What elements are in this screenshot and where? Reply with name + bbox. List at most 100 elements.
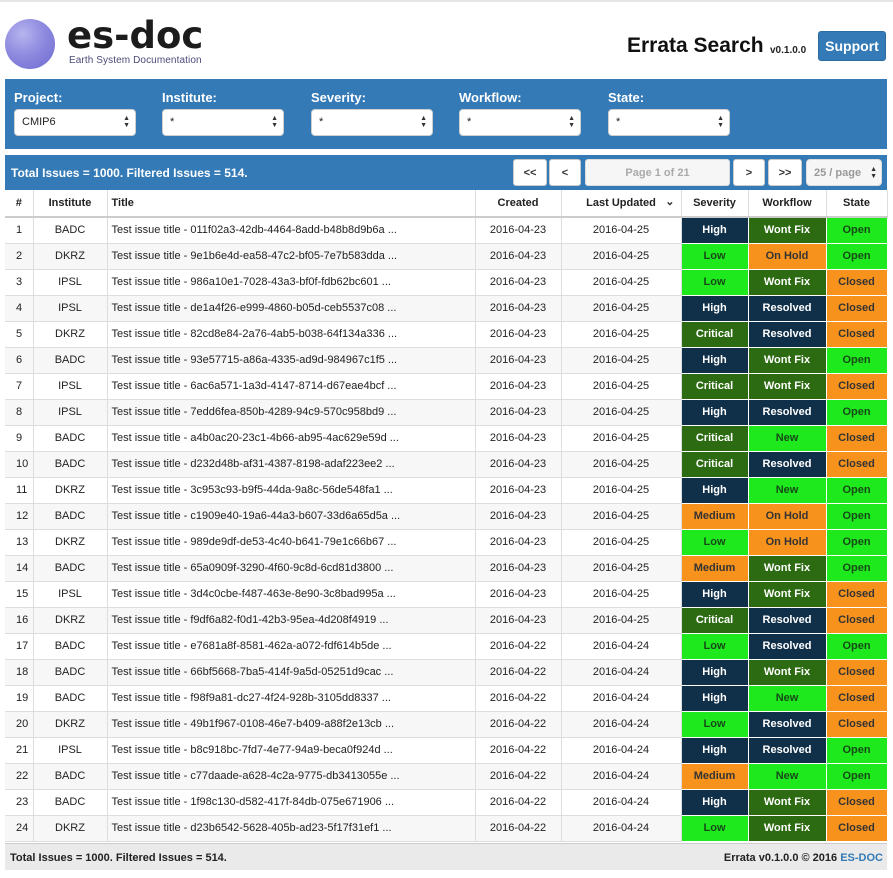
cell-workflow: Resolved [747, 606, 827, 634]
cell-title[interactable]: Test issue title - 65a0909f-3290-4f60-9c… [107, 555, 476, 582]
cell-number: 22 [5, 763, 34, 790]
cell-number: 1 [5, 217, 34, 244]
cell-title[interactable]: Test issue title - 93e57715-a86a-4335-ad… [107, 347, 476, 374]
cell-number: 4 [5, 295, 34, 322]
cell-severity: Medium [680, 502, 749, 530]
cell-title[interactable]: Test issue title - d23b6542-5628-405b-ad… [107, 815, 476, 842]
table-row[interactable]: 18 BADC Test issue title - 66bf5668-7ba5-4… [5, 658, 888, 686]
cell-created: 2016-04-23 [475, 581, 562, 608]
cell-title[interactable]: Test issue title - 66bf5668-7ba5-414f-9a… [107, 659, 476, 686]
table-row[interactable]: 16 DKRZ Test issue title - f9df6a82-f0d1-4… [5, 606, 888, 634]
cell-workflow: Resolved [747, 294, 827, 322]
severity-select[interactable]: * ▲ ▼ [311, 109, 433, 136]
table-row[interactable]: 12 BADC Test issue title - c1909e40-19a6-4… [5, 502, 888, 530]
table-row[interactable]: 21 IPSL Test issue title - b8c918bc-7fd7-4… [5, 736, 888, 764]
project-select[interactable]: CMIP6 ▲ ▼ [14, 109, 136, 136]
cell-title[interactable]: Test issue title - d232d48b-af31-4387-81… [107, 451, 476, 478]
cell-created: 2016-04-22 [475, 815, 562, 842]
table-row[interactable]: 17 BADC Test issue title - e7681a8f-8581-4… [5, 632, 888, 660]
table-row[interactable]: 7 IPSL Test issue title - 6ac6a571-1a3d-41… [5, 372, 888, 400]
cell-title[interactable]: Test issue title - de1a4f26-e999-4860-b0… [107, 295, 476, 322]
cell-institute: IPSL [33, 399, 108, 426]
col-header-last-updated[interactable]: Last Updated ⌄ [561, 190, 682, 218]
chevron-down-icon[interactable]: ⌄ [665, 195, 674, 208]
table-row[interactable]: 22 BADC Test issue title - c77daade-a628-4… [5, 762, 888, 790]
cell-title[interactable]: Test issue title - c77daade-a628-4c2a-97… [107, 763, 476, 790]
table-row[interactable]: 5 DKRZ Test issue title - 82cd8e84-2a76-4a… [5, 320, 888, 348]
last-page-button[interactable]: >> [768, 159, 802, 186]
table-row[interactable]: 9 BADC Test issue title - a4b0ac20-23c1-4b… [5, 424, 888, 452]
es-doc-link[interactable]: ES-DOC [840, 852, 883, 864]
select-value: * [616, 116, 621, 128]
col-header-workflow[interactable]: Workflow [748, 190, 827, 218]
cell-title[interactable]: Test issue title - 1f98c130-d582-417f-84… [107, 789, 476, 816]
cell-title[interactable]: Test issue title - 3c953c93-b9f5-44da-9a… [107, 477, 476, 504]
table-row[interactable]: 8 IPSL Test issue title - 7edd6fea-850b-42… [5, 398, 888, 426]
cell-institute: IPSL [33, 581, 108, 608]
logo-icon [5, 19, 55, 69]
cell-title[interactable]: Test issue title - c1909e40-19a6-44a3-b6… [107, 503, 476, 530]
cell-number: 5 [5, 321, 34, 348]
next-page-button[interactable]: > [733, 159, 765, 186]
table-row[interactable]: 24 DKRZ Test issue title - d23b6542-5628-4… [5, 814, 888, 842]
table-row[interactable]: 2 DKRZ Test issue title - 9e1b6e4d-ea58-47… [5, 242, 888, 270]
cell-title[interactable]: Test issue title - 989de9df-de53-4c40-b6… [107, 529, 476, 556]
table-row[interactable]: 10 BADC Test issue title - d232d48b-af31-4… [5, 450, 888, 478]
table-row[interactable]: 19 BADC Test issue title - f98f9a81-dc27-4… [5, 684, 888, 712]
table-row[interactable]: 13 DKRZ Test issue title - 989de9df-de53-4… [5, 528, 888, 556]
cell-state: Open [825, 502, 888, 530]
col-header-state[interactable]: State [826, 190, 888, 218]
cell-state: Open [825, 346, 888, 374]
cell-last-updated: 2016-04-24 [561, 711, 682, 738]
table-row[interactable]: 6 BADC Test issue title - 93e57715-a86a-43… [5, 346, 888, 374]
workflow-select[interactable]: * ▲ ▼ [459, 109, 581, 136]
cell-last-updated: 2016-04-25 [561, 217, 682, 244]
select-value: CMIP6 [22, 116, 56, 128]
cell-title[interactable]: Test issue title - 7edd6fea-850b-4289-94… [107, 399, 476, 426]
col-header-severity[interactable]: Severity [681, 190, 749, 218]
col-header-number[interactable]: # [5, 190, 34, 218]
col-header-institute[interactable]: Institute [33, 190, 108, 218]
cell-title[interactable]: Test issue title - 49b1f967-0108-46e7-b4… [107, 711, 476, 738]
cell-workflow: Wont Fix [747, 814, 827, 842]
cell-title[interactable]: Test issue title - a4b0ac20-23c1-4b66-ab… [107, 425, 476, 452]
cell-title[interactable]: Test issue title - 82cd8e84-2a76-4ab5-b0… [107, 321, 476, 348]
cell-severity: Low [680, 814, 749, 842]
cell-title[interactable]: Test issue title - 011f02a3-42db-4464-8a… [107, 217, 476, 244]
cell-severity: Medium [680, 554, 749, 582]
cell-title[interactable]: Test issue title - 986a10e1-7028-43a3-bf… [107, 269, 476, 296]
page-size-select[interactable]: 25 / page ▲ ▼ [806, 159, 882, 186]
cell-number: 16 [5, 607, 34, 634]
table-row[interactable]: 15 IPSL Test issue title - 3d4c0cbe-f487-4… [5, 580, 888, 608]
cell-workflow: Wont Fix [747, 658, 827, 686]
table-row[interactable]: 20 DKRZ Test issue title - 49b1f967-0108-4… [5, 710, 888, 738]
cell-state: Open [825, 242, 888, 270]
cell-last-updated: 2016-04-25 [561, 425, 682, 452]
cell-title[interactable]: Test issue title - f9df6a82-f0d1-42b3-95… [107, 607, 476, 634]
cell-state: Open [825, 216, 888, 244]
table-row[interactable]: 14 BADC Test issue title - 65a0909f-3290-4… [5, 554, 888, 582]
support-button[interactable]: Support [818, 31, 886, 61]
col-header-created[interactable]: Created [475, 190, 562, 218]
institute-select[interactable]: * ▲ ▼ [162, 109, 284, 136]
cell-title[interactable]: Test issue title - 3d4c0cbe-f487-463e-8e… [107, 581, 476, 608]
first-page-button[interactable]: << [513, 159, 547, 186]
cell-title[interactable]: Test issue title - f98f9a81-dc27-4f24-92… [107, 685, 476, 712]
cell-last-updated: 2016-04-25 [561, 607, 682, 634]
table-row[interactable]: 23 BADC Test issue title - 1f98c130-d582-4… [5, 788, 888, 816]
col-header-title[interactable]: Title [107, 190, 476, 218]
cell-title[interactable]: Test issue title - e7681a8f-8581-462a-a0… [107, 633, 476, 660]
table-row[interactable]: 1 BADC Test issue title - 011f02a3-42db-44… [5, 216, 888, 244]
cell-title[interactable]: Test issue title - 9e1b6e4d-ea58-47c2-bf… [107, 243, 476, 270]
table-row[interactable]: 4 IPSL Test issue title - de1a4f26-e999-48… [5, 294, 888, 322]
prev-page-button[interactable]: < [549, 159, 581, 186]
filter-bar: Project: CMIP6 ▲ ▼ Institute: * ▲ ▼ Severi… [5, 79, 887, 149]
table-row[interactable]: 3 IPSL Test issue title - 986a10e1-7028-43… [5, 268, 888, 296]
state-select[interactable]: * ▲ ▼ [608, 109, 730, 136]
cell-title[interactable]: Test issue title - 6ac6a571-1a3d-4147-87… [107, 373, 476, 400]
table-row[interactable]: 11 DKRZ Test issue title - 3c953c93-b9f5-4… [5, 476, 888, 504]
cell-state: Open [825, 762, 888, 790]
cell-title[interactable]: Test issue title - b8c918bc-7fd7-4e77-94… [107, 737, 476, 764]
cell-state: Closed [825, 424, 888, 452]
cell-created: 2016-04-22 [475, 711, 562, 738]
